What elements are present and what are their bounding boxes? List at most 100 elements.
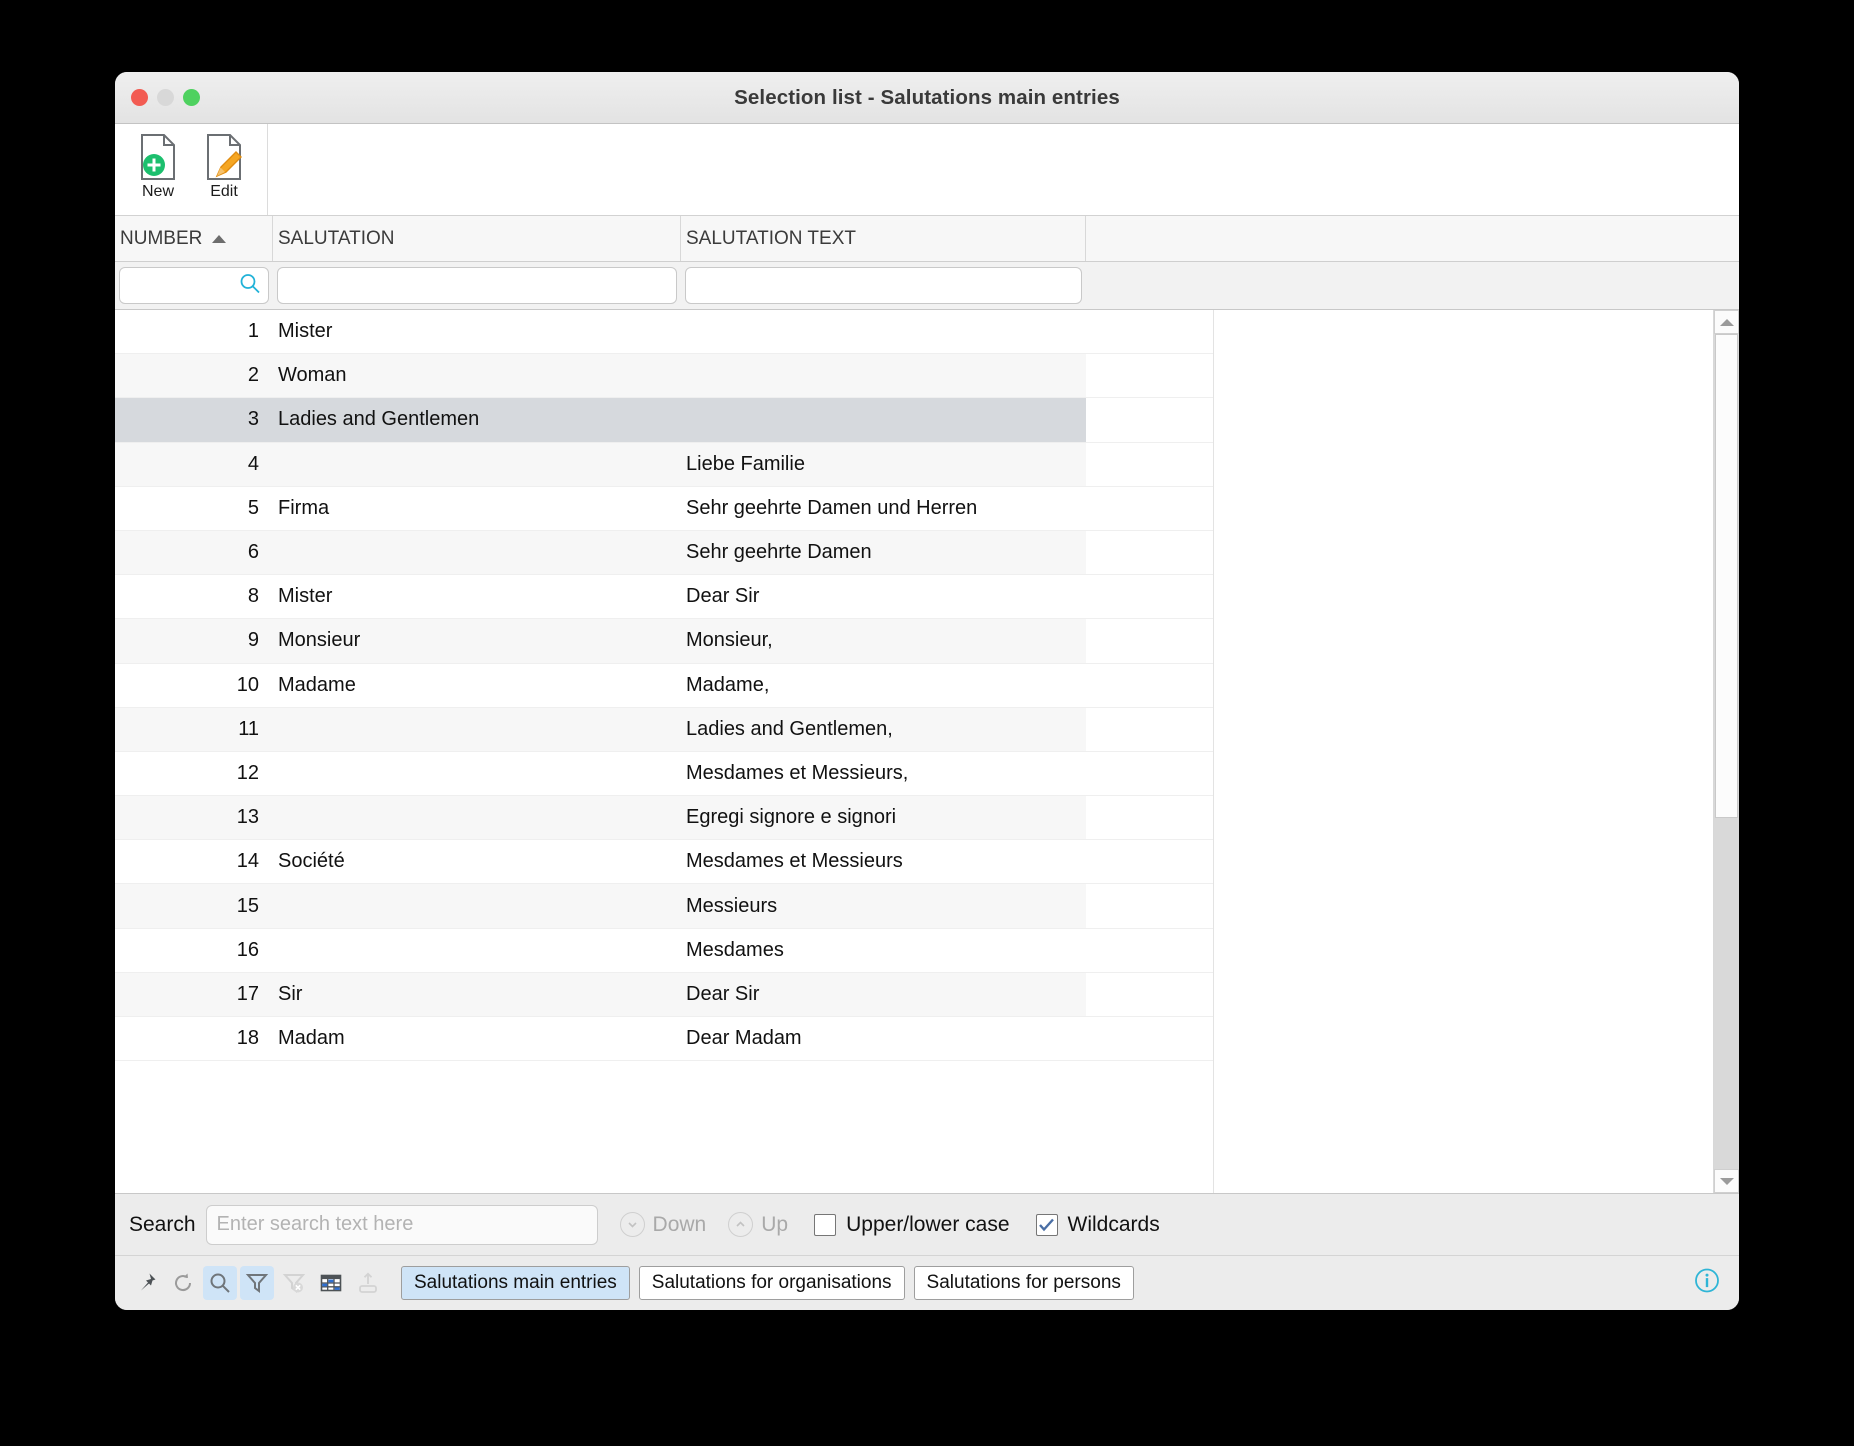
wildcards-checkbox-group[interactable]: Wildcards bbox=[1036, 1213, 1160, 1237]
table-grid-icon[interactable] bbox=[314, 1266, 348, 1300]
cell-spacer bbox=[1086, 619, 1713, 662]
table-row[interactable]: 3Ladies and Gentlemen bbox=[115, 398, 1713, 442]
cell-salutation: Woman bbox=[273, 364, 681, 387]
column-header-salutation-text-label: SALUTATION TEXT bbox=[686, 228, 856, 250]
vertical-scrollbar[interactable] bbox=[1713, 310, 1739, 1193]
cell-number: 15 bbox=[115, 895, 273, 918]
refresh-icon[interactable] bbox=[166, 1266, 200, 1300]
chevron-up-icon bbox=[728, 1212, 753, 1237]
bottom-tab-strip: Salutations main entries Salutations for… bbox=[401, 1266, 1134, 1300]
cell-spacer bbox=[1086, 310, 1713, 353]
search-label: Search bbox=[129, 1213, 196, 1237]
clear-filter-icon bbox=[277, 1266, 311, 1300]
table-row[interactable]: 17SirDear Sir bbox=[115, 973, 1713, 1017]
edit-button[interactable]: Edit bbox=[191, 128, 257, 215]
table-row[interactable]: 13 Egregi signore e signori bbox=[115, 796, 1713, 840]
cell-spacer bbox=[1086, 884, 1713, 927]
table-row[interactable]: 10MadameMadame, bbox=[115, 664, 1713, 708]
cell-spacer bbox=[1086, 796, 1713, 839]
zoom-button[interactable] bbox=[183, 89, 200, 106]
table-row[interactable]: 2Woman bbox=[115, 354, 1713, 398]
wildcards-checkbox[interactable] bbox=[1036, 1214, 1058, 1236]
cell-number: 13 bbox=[115, 806, 273, 829]
export-icon bbox=[351, 1266, 385, 1300]
table-row[interactable]: 8MisterDear Sir bbox=[115, 575, 1713, 619]
table-row[interactable]: 11Ladies and Gentlemen, bbox=[115, 708, 1713, 752]
column-header-salutation-label: SALUTATION bbox=[278, 228, 394, 250]
new-button[interactable]: New bbox=[125, 128, 191, 215]
search-down-button[interactable]: Down bbox=[620, 1212, 707, 1237]
filter-cell-salutation bbox=[273, 267, 681, 304]
table-column-header-row: NUMBER SALUTATION SALUTATION TEXT bbox=[115, 216, 1739, 262]
title-bar: Selection list - Salutations main entrie… bbox=[115, 72, 1739, 124]
column-header-number[interactable]: NUMBER bbox=[115, 216, 273, 261]
column-header-salutation[interactable]: SALUTATION bbox=[273, 216, 681, 261]
search-icon[interactable] bbox=[203, 1266, 237, 1300]
filter-input-salutation-text[interactable] bbox=[685, 267, 1082, 304]
pin-icon[interactable] bbox=[129, 1266, 163, 1300]
filter-cell-salutation-text bbox=[681, 267, 1086, 304]
cell-spacer bbox=[1086, 752, 1713, 795]
cell-salutation-text: Dear Sir bbox=[681, 983, 1086, 1006]
close-button[interactable] bbox=[131, 89, 148, 106]
cell-number: 17 bbox=[115, 983, 273, 1006]
table-row[interactable]: 6Sehr geehrte Damen bbox=[115, 531, 1713, 575]
info-icon[interactable] bbox=[1693, 1267, 1721, 1300]
scroll-up-arrow-icon[interactable] bbox=[1714, 310, 1739, 334]
filter-input-number[interactable] bbox=[119, 267, 269, 304]
upper-lower-case-checkbox[interactable] bbox=[814, 1214, 836, 1236]
cell-salutation-text: Dear Sir bbox=[681, 585, 1086, 608]
scrollbar-thumb[interactable] bbox=[1715, 334, 1738, 818]
toolbar-group-record: New Edit bbox=[115, 124, 268, 215]
cell-number: 10 bbox=[115, 674, 273, 697]
cell-number: 3 bbox=[115, 408, 273, 431]
column-header-salutation-text[interactable]: SALUTATION TEXT bbox=[681, 216, 1086, 261]
cell-salutation-text: Madame, bbox=[681, 674, 1086, 697]
filter-icon[interactable] bbox=[240, 1266, 274, 1300]
cell-spacer bbox=[1086, 664, 1713, 707]
table-row[interactable]: 9MonsieurMonsieur, bbox=[115, 619, 1713, 663]
table-row[interactable]: 12Mesdames et Messieurs, bbox=[115, 752, 1713, 796]
table-row[interactable]: 15Messieurs bbox=[115, 884, 1713, 928]
table-row[interactable]: 18MadamDear Madam bbox=[115, 1017, 1713, 1061]
tab-salutations-main-entries[interactable]: Salutations main entries bbox=[401, 1266, 630, 1300]
cell-number: 1 bbox=[115, 320, 273, 343]
scrollbar-track[interactable] bbox=[1714, 334, 1739, 1169]
tab-salutations-for-persons[interactable]: Salutations for persons bbox=[914, 1266, 1134, 1300]
traffic-light-controls bbox=[131, 89, 200, 106]
table-row[interactable]: 16Mesdames bbox=[115, 929, 1713, 973]
cell-number: 12 bbox=[115, 762, 273, 785]
cell-salutation: Société bbox=[273, 850, 681, 873]
cell-spacer bbox=[1086, 929, 1713, 972]
edit-document-icon bbox=[202, 132, 246, 182]
table-row[interactable]: 4Liebe Familie bbox=[115, 443, 1713, 487]
table-rows[interactable]: 1Mister2Woman3Ladies and Gentlemen4Liebe… bbox=[115, 310, 1713, 1193]
cell-spacer bbox=[1086, 708, 1713, 751]
tab-salutations-for-organisations[interactable]: Salutations for organisations bbox=[639, 1266, 905, 1300]
search-down-label: Down bbox=[653, 1213, 707, 1237]
search-input[interactable] bbox=[206, 1205, 598, 1245]
cell-salutation: Madame bbox=[273, 674, 681, 697]
new-document-icon bbox=[136, 132, 180, 182]
cell-salutation: Ladies and Gentlemen bbox=[273, 408, 681, 431]
table-row[interactable]: 1Mister bbox=[115, 310, 1713, 354]
search-bar: Search Down Up Upper/lower case Wildcard… bbox=[115, 1194, 1739, 1256]
cell-number: 6 bbox=[115, 541, 273, 564]
cell-number: 11 bbox=[115, 718, 273, 741]
cell-number: 18 bbox=[115, 1027, 273, 1050]
search-up-button[interactable]: Up bbox=[728, 1212, 788, 1237]
scroll-down-arrow-icon[interactable] bbox=[1714, 1169, 1739, 1193]
upper-lower-case-checkbox-group[interactable]: Upper/lower case bbox=[814, 1213, 1009, 1237]
cell-spacer bbox=[1086, 973, 1713, 1016]
table-row[interactable]: 14SociétéMesdames et Messieurs bbox=[115, 840, 1713, 884]
table-row[interactable]: 5FirmaSehr geehrte Damen und Herren bbox=[115, 487, 1713, 531]
minimize-button[interactable] bbox=[157, 89, 174, 106]
checkmark-icon bbox=[1038, 1218, 1055, 1232]
cell-salutation: Mister bbox=[273, 585, 681, 608]
cell-number: 8 bbox=[115, 585, 273, 608]
column-header-spacer bbox=[1086, 216, 1739, 261]
cell-spacer bbox=[1086, 487, 1713, 530]
filter-input-salutation[interactable] bbox=[277, 267, 677, 304]
filter-row-spacer bbox=[1086, 262, 1739, 309]
cell-salutation-text: Egregi signore e signori bbox=[681, 806, 1086, 829]
